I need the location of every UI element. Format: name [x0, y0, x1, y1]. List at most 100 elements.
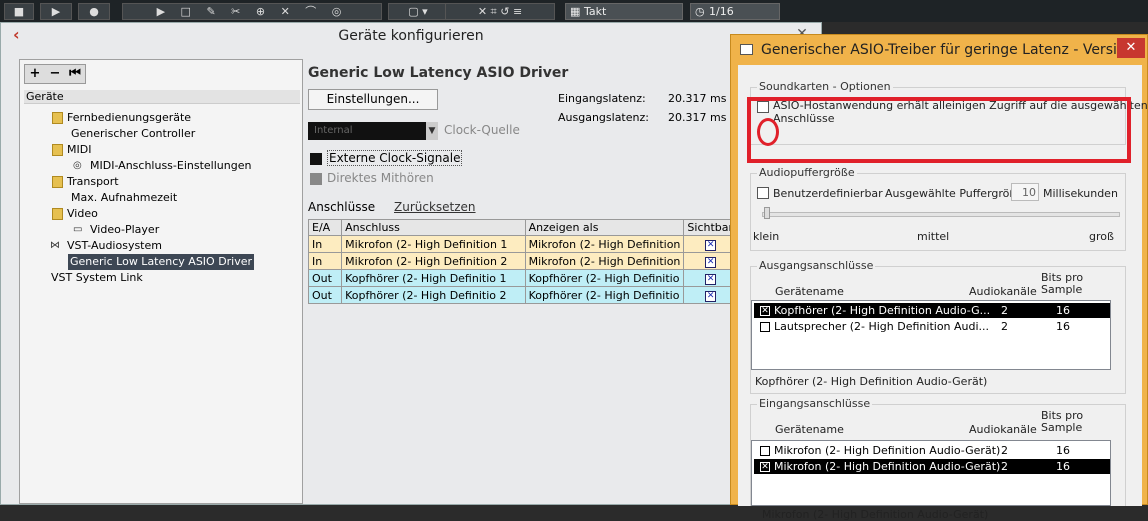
checkbox-icon[interactable]: ✕	[760, 306, 770, 316]
stop-button[interactable]: ■	[4, 3, 34, 20]
clock-source-select[interactable]: Internal ▼	[308, 122, 438, 140]
tree-item-asio-driver[interactable]: Generic Low Latency ASIO Driver	[68, 254, 255, 270]
tree-item-video[interactable]: Video	[52, 206, 98, 222]
tool-palette[interactable]: ▶ □ ✎ ✂ ⊕ ✕ ⌒ ◎	[122, 3, 382, 20]
col-device-name: Gerätename	[775, 285, 844, 298]
driver-title: Generic Low Latency ASIO Driver	[308, 65, 569, 81]
buffer-slider-track[interactable]	[762, 212, 1120, 217]
record-button[interactable]: ●	[78, 3, 110, 20]
custom-buffer-checkbox[interactable]	[757, 186, 769, 199]
visible-checkbox[interactable]: ✕	[705, 291, 717, 302]
settings-button[interactable]: Einstellungen...	[308, 89, 438, 110]
tree-item-midi-port-setup[interactable]: ◎ MIDI-Anschluss-Einstellungen	[73, 158, 251, 174]
tree-item-vst-system-link[interactable]: VST System Link	[51, 270, 143, 286]
checkbox-icon[interactable]: ✕	[760, 462, 770, 472]
checkbox-icon	[310, 172, 322, 185]
device-setup-dialog: Geräte konfigurieren ‹ ✕ + − ⏮ Geräte Fe…	[0, 22, 822, 505]
list-item[interactable]: ✕ Mikrofon (2- High Definition Audio-Gerä…	[754, 459, 1110, 474]
device-tree-panel: + − ⏮ Geräte Fernbedienungsgeräte Generi…	[19, 59, 303, 504]
asio-driver-dialog: Generischer ASIO-Treiber für geringe Lat…	[730, 34, 1148, 521]
col-device-name: Gerätename	[775, 423, 844, 436]
table-row[interactable]: In Mikrofon (2- High Definition 2 Mikrof…	[307, 252, 738, 270]
video-icon: ▭	[73, 224, 83, 235]
list-item[interactable]: Mikrofon (2- High Definition Audio-Gerät…	[754, 443, 1110, 458]
tree-item-transport[interactable]: Transport	[52, 174, 119, 190]
output-latency-value: 20.317 ms	[668, 111, 727, 124]
snap-type-button[interactable]: ✕ ⌗ ↺ ≡	[445, 3, 555, 20]
buffer-size-input[interactable]: 10	[1011, 183, 1039, 201]
window-icon	[740, 44, 753, 55]
input-ports-list: Mikrofon (2- High Definition Audio-Gerät…	[751, 440, 1111, 506]
output-latency-label: Ausgangslatenz:	[558, 111, 649, 124]
milliseconds-label: Millisekunden	[1043, 187, 1118, 200]
clock-source-label: Clock-Quelle	[444, 123, 520, 137]
col-bits-line2: Sample	[1041, 283, 1083, 296]
ports-table: E/A Anschluss Anzeigen als Sichtbar In M…	[307, 219, 738, 304]
buffer-slider-handle[interactable]	[764, 207, 770, 219]
output-ports-list: ✕ Kopfhörer (2- High Definition Audio-G..…	[751, 300, 1111, 370]
checkbox-icon[interactable]	[760, 446, 770, 456]
highlight-box	[747, 97, 1131, 163]
table-row[interactable]: Out Kopfhörer (2- High Definitio 1 Kopfh…	[307, 269, 738, 287]
external-clock-checkbox[interactable]: Externe Clock-Signale	[310, 150, 463, 166]
folder-icon	[52, 176, 63, 188]
col-channels: Audiokanäle	[969, 285, 1037, 298]
cubase-logo-icon: ‹	[13, 25, 20, 44]
close-icon[interactable]: ✕	[1117, 38, 1145, 58]
tree-item-generic-controller[interactable]: Generischer Controller	[71, 126, 195, 142]
reset-icon[interactable]: ⏮	[65, 65, 85, 83]
col-bits-line2: Sample	[1041, 421, 1083, 434]
col-header-port[interactable]: Anschluss	[341, 219, 526, 236]
col-header-io[interactable]: E/A	[307, 219, 343, 236]
reset-link[interactable]: Zurücksetzen	[394, 200, 476, 214]
slider-low-label: klein	[753, 230, 780, 243]
tree-item-vst-audio-system[interactable]: ⋈ VST-Audiosystem	[50, 238, 162, 254]
list-item[interactable]: Lautsprecher (2- High Definition Audi...…	[754, 319, 1110, 334]
input-latency-value: 20.317 ms	[668, 92, 727, 105]
snap-button[interactable]: ▢ ▾	[388, 3, 448, 20]
tree-header: Geräte	[24, 90, 300, 104]
visible-checkbox[interactable]: ✕	[705, 274, 717, 285]
tree-item-video-player[interactable]: ▭ Video-Player	[73, 222, 159, 238]
col-header-show-as[interactable]: Anzeigen als	[524, 219, 685, 236]
connections-label: Anschlüsse	[308, 200, 376, 214]
selected-buffer-label: Ausgewählte Puffergröße:	[885, 187, 1027, 200]
asio-dialog-title: Generischer ASIO-Treiber für geringe Lat…	[731, 35, 1147, 65]
visible-checkbox[interactable]: ✕	[705, 240, 717, 251]
direct-monitoring-checkbox[interactable]: Direktes Mithören	[310, 171, 434, 185]
col-channels: Audiokanäle	[969, 423, 1037, 436]
folder-icon	[52, 112, 63, 124]
slider-mid-label: mittel	[917, 230, 950, 243]
table-header-row: E/A Anschluss Anzeigen als Sichtbar	[307, 219, 738, 236]
table-row[interactable]: In Mikrofon (2- High Definition 1 Mikrof…	[307, 235, 738, 253]
tree-item-remote-devices[interactable]: Fernbedienungsgeräte	[52, 110, 191, 126]
highlight-circle	[757, 118, 779, 146]
audio-system-icon: ⋈	[50, 240, 60, 251]
list-item[interactable]: ✕ Kopfhörer (2- High Definition Audio-G..…	[754, 303, 1110, 318]
grid-value-field[interactable]: ◷ 1/16	[690, 3, 780, 20]
quantize-field[interactable]: ▦ Takt	[565, 3, 683, 20]
tree-item-midi[interactable]: MIDI	[52, 142, 91, 158]
remove-icon[interactable]: −	[45, 65, 65, 83]
asio-dialog-body: Soundkarten - Optionen ASIO-Hostanwendun…	[738, 65, 1148, 521]
midi-port-icon: ◎	[73, 160, 82, 171]
custom-buffer-label: Benutzerdefinierbar	[773, 187, 883, 200]
input-selected-label: Mikrofon (2- High Definition Audio-Gerät…	[762, 508, 989, 521]
folder-icon	[52, 144, 63, 156]
chevron-down-icon: ▼	[426, 122, 438, 140]
top-toolbar: ■ ▶ ● ▶ □ ✎ ✂ ⊕ ✕ ⌒ ◎ ▢ ▾ ✕ ⌗ ↺ ≡ ▦ Takt…	[0, 0, 1148, 22]
tree-toolbar: + − ⏮	[24, 64, 86, 84]
add-icon[interactable]: +	[25, 65, 45, 83]
grid-icon: ▦	[570, 5, 581, 18]
tree-item-max-record-time[interactable]: Max. Aufnahmezeit	[71, 190, 177, 206]
checkbox-icon[interactable]	[760, 322, 770, 332]
output-selected-label: Kopfhörer (2- High Definition Audio-Gerä…	[755, 375, 988, 388]
slider-high-label: groß	[1089, 230, 1114, 243]
checkbox-icon	[310, 152, 322, 165]
visible-checkbox[interactable]: ✕	[705, 257, 717, 268]
output-ports-group: Ausgangsanschlüsse Gerätename Audiokanäl…	[750, 259, 1126, 394]
folder-icon	[52, 208, 63, 220]
table-row[interactable]: Out Kopfhörer (2- High Definitio 2 Kopfh…	[307, 286, 738, 304]
play-button[interactable]: ▶	[40, 3, 72, 20]
checkbox-icon	[757, 187, 769, 199]
